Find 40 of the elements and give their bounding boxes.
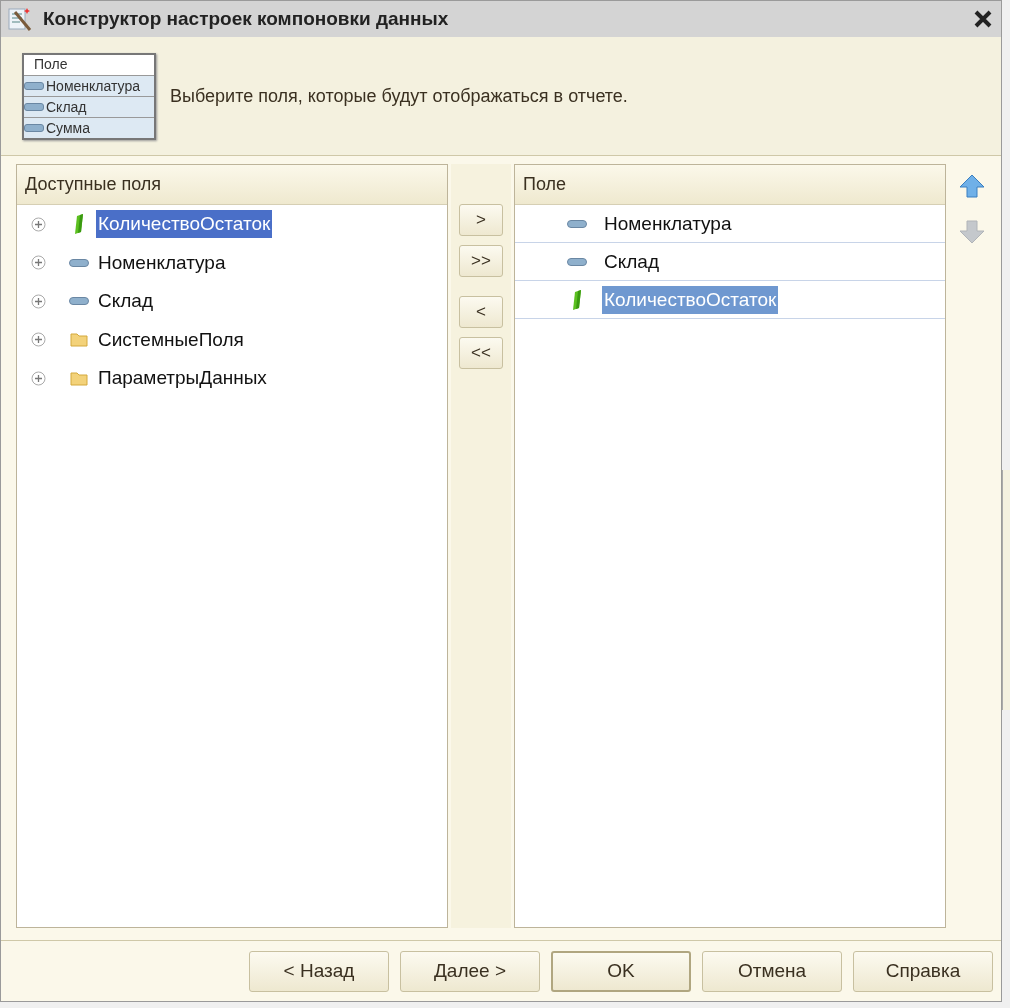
illustration-row: Склад [24,96,154,118]
folder-icon [70,332,88,348]
field-icon [69,297,89,306]
move-up-icon[interactable] [958,172,986,200]
tree-item[interactable]: Номенклатура [96,248,228,277]
folder-icon [70,370,88,386]
resource-icon [74,214,84,235]
field-icon [69,258,89,267]
instruction-text: Выберите поля, которые будут отображаться в отчете. [170,85,628,107]
dialog-button[interactable]: OK [551,950,691,992]
field-row[interactable]: Склад [602,247,661,276]
move-button[interactable]: >> [459,245,503,277]
field-icon [567,219,587,228]
move-button[interactable]: << [459,337,503,369]
field-icon [567,257,587,266]
column-header: Доступные поля [17,165,447,205]
wand-icon [7,6,33,32]
expand-icon[interactable] [31,370,46,386]
move-button[interactable]: > [459,204,503,236]
resource-icon [572,289,582,310]
dialog-button[interactable]: Далее > [400,950,540,992]
dialog-button[interactable]: < Назад [249,950,389,992]
expand-icon[interactable] [31,255,46,271]
illustration-row: Сумма [24,117,154,138]
tree-item[interactable]: СистемныеПоля [96,325,246,354]
expand-icon[interactable] [31,293,46,309]
tree-item[interactable]: Склад [96,287,155,316]
expand-icon[interactable] [31,332,46,348]
close-icon[interactable] [973,9,993,29]
tree-item[interactable]: КоличествоОстаток [96,210,273,239]
dialog-button[interactable]: Справка [853,950,993,992]
illustration-row: Номенклатура [24,75,154,97]
expand-icon[interactable] [31,216,46,232]
window-title: Конструктор настроек компоновки данных [43,8,450,30]
column-header: Поле [515,165,945,205]
tree-item[interactable]: ПараметрыДанных [96,364,269,393]
dialog-button[interactable]: Отмена [702,950,842,992]
illustration-heading: Поле [24,54,154,76]
move-button[interactable]: < [459,296,503,328]
field-row[interactable]: Номенклатура [602,209,734,238]
